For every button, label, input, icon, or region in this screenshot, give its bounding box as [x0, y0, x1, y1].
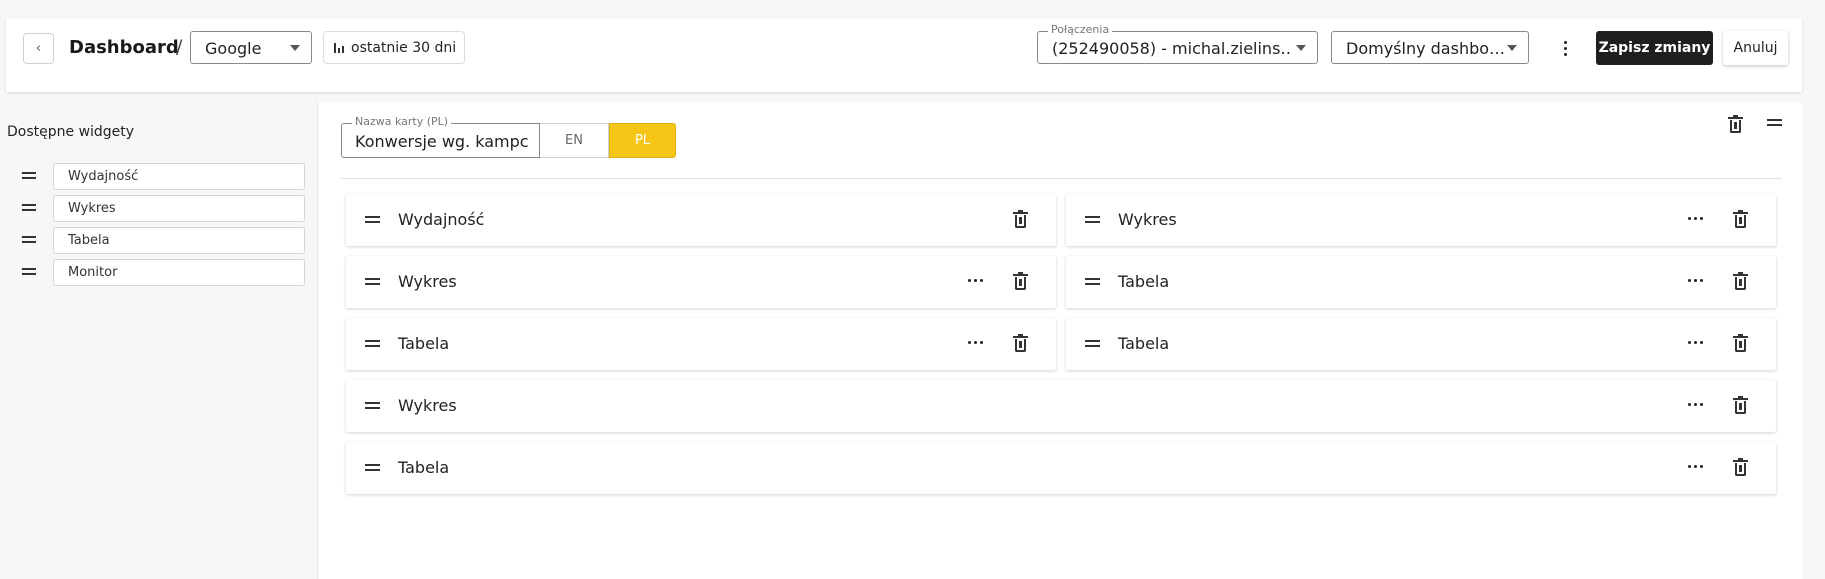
available-widget-item[interactable]: Wydajność [22, 163, 305, 190]
widget-label: Wydajność [398, 210, 485, 229]
available-widget-label: Tabela [53, 227, 305, 254]
drag-handle-icon[interactable] [365, 402, 380, 412]
drag-handle-icon[interactable] [1767, 119, 1782, 129]
drag-handle-icon[interactable] [365, 216, 380, 226]
delete-icon[interactable] [1733, 458, 1748, 476]
source-select-value: Google [205, 39, 262, 58]
drag-handle-icon[interactable] [1085, 340, 1100, 350]
drag-handle-icon[interactable] [365, 464, 380, 474]
available-widget-label: Wydajność [53, 163, 305, 190]
cancel-button[interactable]: Anuluj [1723, 31, 1788, 65]
divider [341, 178, 1782, 179]
tab-name-legend: Nazwa karty (PL) [352, 115, 452, 128]
more-options-icon[interactable] [1688, 279, 1703, 282]
widget-card[interactable]: Tabela [346, 318, 1056, 370]
lang-pl-button[interactable]: PL [609, 123, 676, 158]
caret-down-icon [1296, 45, 1306, 51]
drag-handle-icon[interactable] [22, 236, 36, 246]
available-widget-label: Monitor [53, 259, 305, 286]
widget-card[interactable]: Tabela [346, 442, 1776, 494]
widget-card[interactable]: Wykres [1066, 194, 1776, 246]
back-button[interactable]: ‹ [23, 33, 54, 64]
source-select[interactable]: Google [190, 31, 312, 64]
available-widget-item[interactable]: Wykres [22, 195, 305, 222]
delete-icon[interactable] [1013, 334, 1028, 352]
top-toolbar: ‹ Dashboard / Google ostatnie 30 dni Poł… [6, 18, 1802, 92]
more-options-icon[interactable] [968, 341, 983, 344]
delete-icon[interactable] [1733, 334, 1748, 352]
breadcrumb-separator: / [176, 36, 183, 58]
drag-handle-icon[interactable] [22, 204, 36, 214]
lang-en-button[interactable]: EN [540, 123, 609, 158]
date-range-button[interactable]: ostatnie 30 dni [323, 31, 465, 64]
page-title: Dashboard [69, 37, 179, 58]
caret-down-icon [1507, 45, 1517, 51]
widget-label: Tabela [398, 458, 450, 477]
widget-label: Tabela [1118, 334, 1170, 353]
widget-label: Tabela [1118, 272, 1170, 291]
tab-name-value: Konwersje wg. kampc [355, 132, 529, 151]
widget-label: Wykres [1118, 210, 1177, 229]
dashboard-select[interactable]: Domyślny dashbo… [1331, 31, 1529, 64]
widget-card[interactable]: Wykres [346, 380, 1776, 432]
more-options-icon[interactable] [1688, 403, 1703, 406]
more-options-icon[interactable] [1688, 341, 1703, 344]
connections-select[interactable]: Połączenia (252490058) - michal.zielins… [1037, 23, 1318, 64]
available-widgets-panel: Dostępne widgety Wydajność Wykres Tabela… [0, 102, 317, 579]
more-options-icon[interactable] [1688, 217, 1703, 220]
drag-handle-icon[interactable] [1085, 216, 1100, 226]
delete-tab-icon[interactable] [1728, 115, 1743, 133]
widget-label: Wykres [398, 396, 457, 415]
chevron-left-icon: ‹ [35, 41, 42, 56]
delete-icon[interactable] [1733, 396, 1748, 414]
connections-legend: Połączenia [1048, 23, 1113, 36]
more-options-icon[interactable] [1555, 33, 1575, 63]
delete-icon[interactable] [1013, 272, 1028, 290]
connections-value: (252490058) - michal.zielins… [1052, 39, 1292, 58]
widget-card[interactable]: Wykres [346, 256, 1056, 308]
drag-handle-icon[interactable] [365, 340, 380, 350]
delete-icon[interactable] [1733, 272, 1748, 290]
tab-name-field[interactable]: Nazwa karty (PL) Konwersje wg. kampc [341, 115, 540, 158]
widget-card[interactable]: Tabela [1066, 318, 1776, 370]
bar-chart-icon [334, 42, 344, 53]
more-options-icon[interactable] [1688, 465, 1703, 468]
caret-down-icon [290, 45, 300, 51]
dashboard-select-value: Domyślny dashbo… [1346, 39, 1504, 58]
widget-label: Wykres [398, 272, 457, 291]
dashboard-editor: Nazwa karty (PL) Konwersje wg. kampc EN … [317, 102, 1802, 579]
widget-card[interactable]: Tabela [1066, 256, 1776, 308]
sidebar-title: Dostępne widgety [7, 124, 135, 140]
widget-card[interactable]: Wydajność [346, 194, 1056, 246]
more-options-icon[interactable] [968, 279, 983, 282]
available-widget-label: Wykres [53, 195, 305, 222]
date-range-label: ostatnie 30 dni [351, 39, 457, 56]
drag-handle-icon[interactable] [365, 278, 380, 288]
drag-handle-icon[interactable] [1085, 278, 1100, 288]
available-widget-item[interactable]: Monitor [22, 259, 305, 286]
drag-handle-icon[interactable] [22, 268, 36, 278]
widget-label: Tabela [398, 334, 450, 353]
delete-icon[interactable] [1013, 210, 1028, 228]
drag-handle-icon[interactable] [22, 172, 36, 182]
available-widget-item[interactable]: Tabela [22, 227, 305, 254]
save-button[interactable]: Zapisz zmiany [1596, 31, 1713, 65]
delete-icon[interactable] [1733, 210, 1748, 228]
